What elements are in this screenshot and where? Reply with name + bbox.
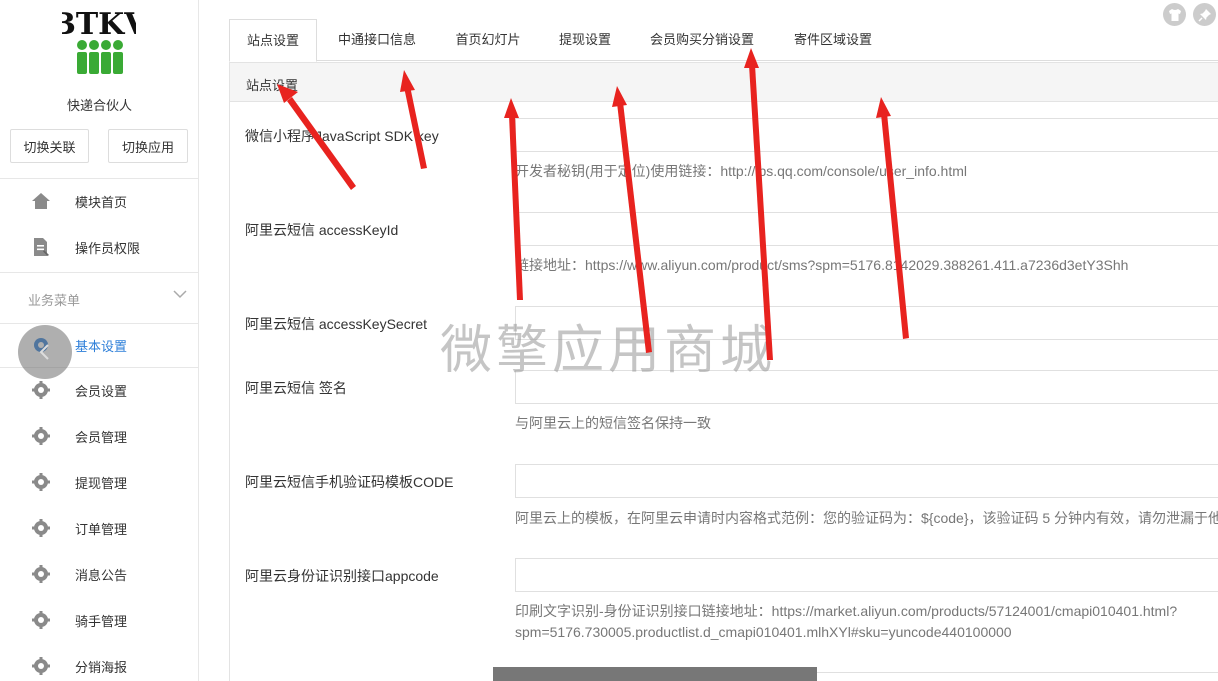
aliyun-sms-template-code-input[interactable] [515, 464, 1218, 498]
sidebar-item-label: 会员设置 [75, 383, 128, 399]
field-help-aliyun-id-appcode: 印刷文字识别-身份证识别接口链接地址：https://market.aliyun… [515, 603, 1178, 619]
panel-title: 站点设置 [246, 78, 299, 93]
sidebar-item-label: 会员管理 [75, 429, 128, 445]
document-edit-icon [30, 236, 52, 258]
sidebar-item-label: 订单管理 [75, 521, 128, 537]
gear-icon [30, 609, 52, 631]
floating-back-button[interactable] [18, 325, 72, 379]
gear-icon [30, 655, 52, 677]
sidebar-item-order-management[interactable]: 订单管理 [0, 508, 199, 548]
field-label-aliyun-access-key-id: 阿里云短信 accessKeyId [245, 222, 399, 238]
switch-link-button[interactable]: 切换关联 [10, 129, 89, 163]
sidebar-item-operator-permission[interactable]: 操作员权限 [0, 227, 199, 267]
gear-icon [30, 563, 52, 585]
sidebar-item-module-home[interactable]: 模块首页 [0, 181, 199, 221]
sidebar-item-label: 模块首页 [75, 194, 128, 210]
gear-icon [30, 471, 52, 493]
home-icon [30, 190, 52, 212]
sidebar-section-title: 业务菜单 [28, 293, 81, 308]
app-logo: BTKV [62, 8, 136, 74]
divider [0, 178, 199, 179]
app-name: 快递合伙人 [66, 98, 132, 113]
tab-bar: 站点设置 中通接口信息 首页幻灯片 提现设置 会员购买分销设置 寄件区域设置 [229, 19, 1218, 62]
watermark-text: 微擎应用商城 [440, 321, 777, 381]
field-help-aliyun-sms-template-code: 阿里云上的模板，在阿里云申请时内容格式范例：您的验证码为：${code}，该验证… [515, 510, 1218, 526]
switch-app-button[interactable]: 切换应用 [108, 129, 188, 163]
field-help-aliyun-sms-signature: 与阿里云上的短信签名保持一致 [515, 415, 711, 431]
aliyun-id-appcode-input[interactable] [515, 558, 1218, 592]
sidebar-item-announcements[interactable]: 消息公告 [0, 554, 199, 594]
tab-home-slideshow[interactable]: 首页幻灯片 [443, 19, 533, 61]
field-label-wechat-sdk-key: 微信小程序JavaScript SDK key [245, 128, 439, 144]
gear-icon [30, 379, 52, 401]
wechat-sdk-key-input[interactable] [515, 118, 1218, 152]
gear-icon [30, 425, 52, 447]
sidebar-item-label: 操作员权限 [75, 240, 141, 256]
panel-header: 站点设置 [229, 62, 1218, 102]
sidebar-item-withdraw-management[interactable]: 提现管理 [0, 462, 199, 502]
field-help-wechat-sdk-key: 开发者秘钥(用于定位)使用链接：http://lbs.qq.com/consol… [515, 163, 968, 179]
tab-member-distribution-settings[interactable]: 会员购买分销设置 [637, 19, 767, 61]
tab-zto-api-info[interactable]: 中通接口信息 [325, 19, 429, 61]
sidebar-item-rider-management[interactable]: 骑手管理 [0, 600, 199, 640]
tab-withdraw-settings[interactable]: 提现设置 [547, 19, 623, 61]
field-label-aliyun-sms-template-code: 阿里云短信手机验证码模板CODE [245, 474, 454, 490]
sidebar-item-member-management[interactable]: 会员管理 [0, 416, 199, 456]
field-label-aliyun-id-appcode: 阿里云身份证识别接口appcode [245, 568, 439, 584]
field-help-aliyun-access-key-id: 链接地址：https://www.aliyun.com/product/sms?… [515, 257, 1129, 273]
bottom-toolbar[interactable] [493, 667, 817, 681]
sidebar-item-distribution-poster[interactable]: 分销海报 [0, 646, 199, 681]
svg-text:BTKV: BTKV [62, 8, 136, 42]
divider [0, 272, 199, 273]
sidebar-item-label: 提现管理 [75, 475, 128, 491]
field-label-aliyun-sms-signature: 阿里云短信 签名 [245, 380, 347, 396]
sidebar-item-label: 基本设置 [75, 338, 128, 354]
sidebar-item-label: 分销海报 [75, 659, 128, 675]
field-help-aliyun-id-appcode-line2: spm=5176.730005.productlist.d_cmapi01040… [515, 624, 1012, 640]
divider [0, 323, 199, 324]
sidebar-item-label: 消息公告 [75, 567, 128, 583]
field-label-aliyun-access-key-secret: 阿里云短信 accessKeySecret [245, 316, 428, 332]
chevron-down-icon[interactable] [172, 286, 188, 302]
chevron-left-icon [39, 344, 49, 360]
tab-shipping-region-settings[interactable]: 寄件区域设置 [781, 19, 885, 61]
gear-icon [30, 517, 52, 539]
sidebar-item-label: 骑手管理 [75, 613, 128, 629]
tab-site-settings[interactable]: 站点设置 [229, 19, 317, 62]
aliyun-access-key-id-input[interactable] [515, 212, 1218, 246]
